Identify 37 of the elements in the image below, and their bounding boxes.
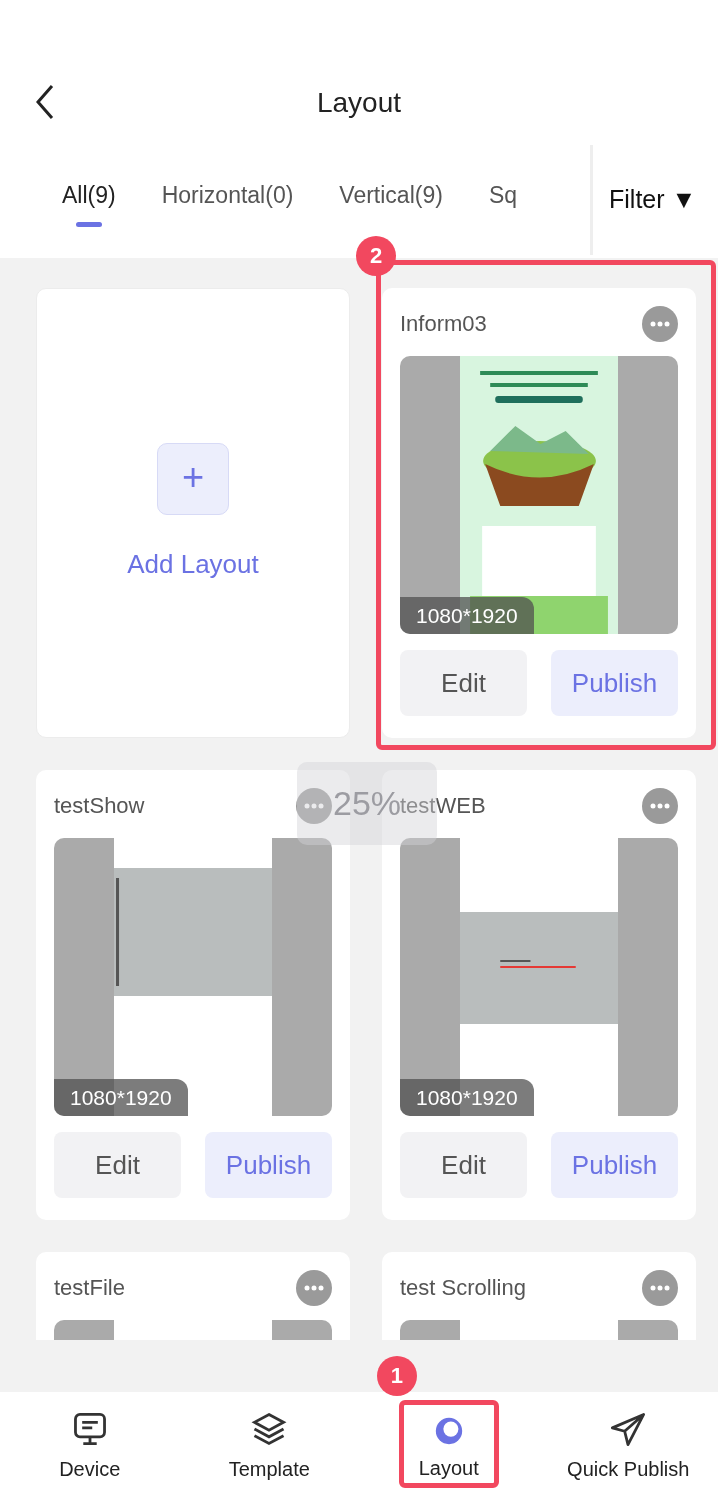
layers-icon xyxy=(250,1410,289,1448)
publish-button[interactable]: Publish xyxy=(551,650,678,716)
layout-name: testFile xyxy=(54,1274,125,1302)
nav-tab[interactable]: Device xyxy=(55,1392,125,1484)
add-layout-card[interactable]: + Add Layout xyxy=(36,288,350,738)
tab[interactable]: Vertical(9) xyxy=(339,175,443,237)
publish-button[interactable]: Publish xyxy=(205,1132,332,1198)
nav-tab[interactable]: Layout xyxy=(398,1400,499,1488)
more-icon[interactable] xyxy=(296,1270,332,1306)
layout-preview[interactable]: 1080*1920 xyxy=(400,356,678,634)
paper-plane-icon xyxy=(609,1410,648,1448)
tab[interactable]: Horizontal(0) xyxy=(161,175,294,237)
resolution-label: 1080*1920 xyxy=(54,1078,188,1116)
layout-name: testWEB xyxy=(400,792,486,820)
more-icon[interactable] xyxy=(642,306,678,342)
layout-preview[interactable]: 1080*1920 xyxy=(54,838,332,1116)
layout-name: test Scrolling xyxy=(400,1274,526,1302)
layout-name: Inform03 xyxy=(400,310,487,338)
step-marker: 2 xyxy=(356,236,396,276)
resolution-label: 1080*1920 xyxy=(400,596,534,634)
nav-tab[interactable]: Quick Publish xyxy=(563,1392,694,1484)
nav-tab[interactable]: Template xyxy=(224,1392,314,1484)
publish-button[interactable]: Publish xyxy=(551,1132,678,1198)
layout-name: testShow xyxy=(54,792,145,820)
edit-button[interactable]: Edit xyxy=(400,1132,527,1198)
more-icon[interactable] xyxy=(296,788,332,824)
page-title: Layout xyxy=(316,86,402,120)
edit-button[interactable]: Edit xyxy=(400,650,527,716)
plus-icon: + xyxy=(157,442,229,515)
tab[interactable]: Sq xyxy=(488,175,517,237)
layout-preview[interactable]: 1080*1920 xyxy=(400,838,678,1116)
resolution-label: 1080*1920 xyxy=(400,1078,534,1116)
add-layout-label: Add Layout xyxy=(127,547,259,581)
tab[interactable]: All(9) xyxy=(62,175,116,237)
more-icon[interactable] xyxy=(642,1270,678,1306)
more-icon[interactable] xyxy=(642,788,678,824)
edit-button[interactable]: Edit xyxy=(54,1132,181,1198)
